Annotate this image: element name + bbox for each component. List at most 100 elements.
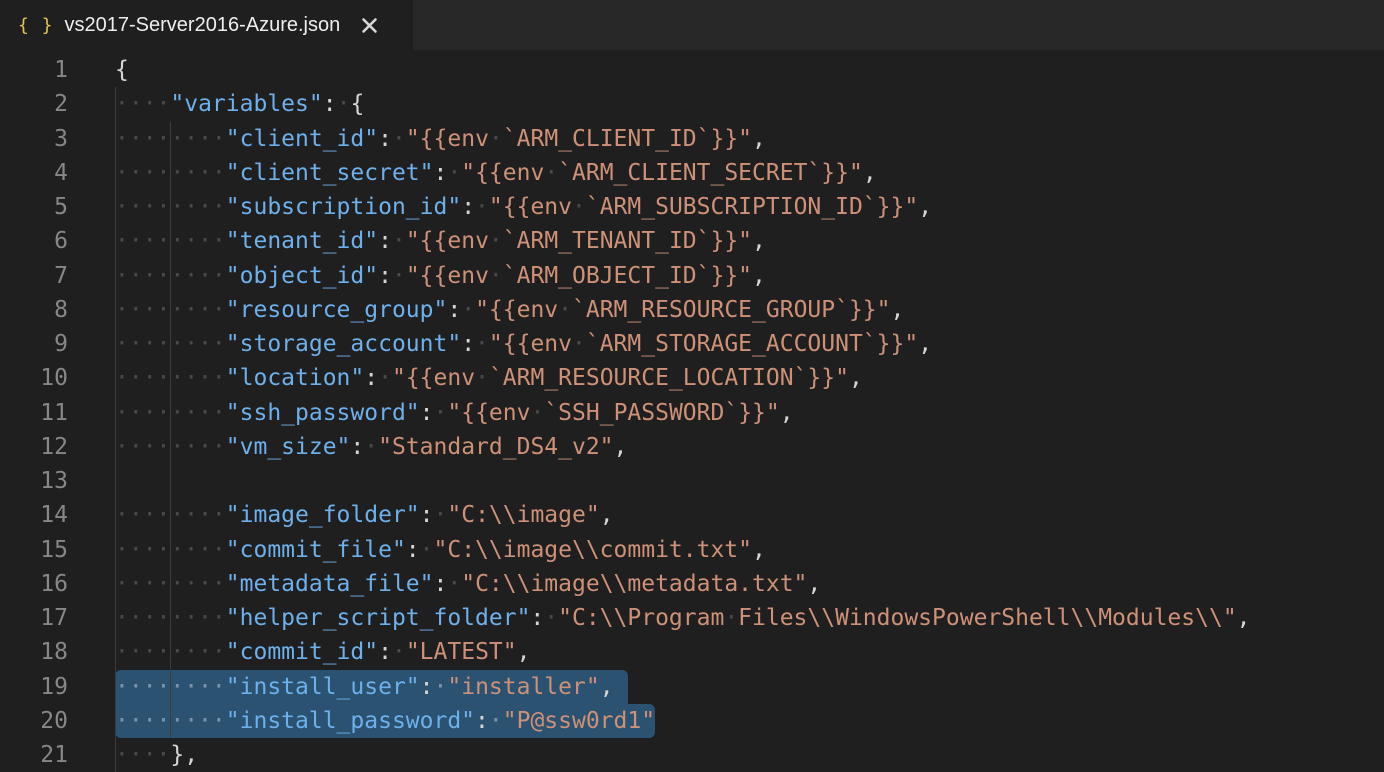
json-punctuation: { (350, 91, 364, 117)
json-key: "commit_file" (226, 537, 406, 563)
json-string: "C:\\image\\commit.txt" (434, 537, 753, 563)
line-number[interactable]: 9 (0, 327, 68, 361)
code-line: 10 ········"location":·"{{env·`ARM_RESOUR… (0, 361, 1384, 395)
line-number[interactable]: 12 (0, 430, 68, 464)
json-string: `ARM_RESOURCE_LOCATION`}}" (489, 365, 849, 391)
line-number[interactable]: 21 (0, 738, 68, 772)
code-text[interactable]: ········"metadata_file":·"C:\\image\\met… (115, 567, 821, 601)
close-tab-button[interactable] (358, 14, 380, 36)
code-line: 20 ········"install_password":·"P@ssw0rd1… (0, 704, 1384, 738)
whitespace-dots: · (337, 91, 351, 117)
code-text[interactable]: { (115, 53, 129, 87)
code-line: 19 ········"install_user":·"installer", (0, 670, 1384, 704)
line-number[interactable]: 14 (0, 498, 68, 532)
code-text[interactable]: ········"vm_size":·"Standard_DS4_v2", (115, 430, 627, 464)
whitespace-dots: · (447, 571, 461, 597)
line-number[interactable]: 4 (0, 156, 68, 190)
whitespace-dots: · (392, 263, 406, 289)
json-punctuation: { (115, 57, 129, 83)
code-text[interactable]: ········"image_folder":·"C:\\image", (115, 498, 614, 532)
json-string: "{{env (447, 400, 530, 426)
json-key: "object_id" (226, 263, 378, 289)
line-number[interactable]: 13 (0, 464, 68, 498)
code-text[interactable]: ········"install_user":·"installer", (115, 670, 628, 704)
close-icon (361, 17, 378, 34)
code-text[interactable]: ········"location":·"{{env·`ARM_RESOURCE… (115, 361, 863, 395)
tab-vs2017-server2016-azure-json[interactable]: { } vs2017-Server2016-Azure.json (0, 0, 413, 50)
line-number[interactable]: 18 (0, 635, 68, 669)
json-string: "C:\\image" (447, 502, 599, 528)
json-punctuation: , (849, 365, 863, 391)
tab-bar: { } vs2017-Server2016-Azure.json (0, 0, 1384, 50)
json-key: "metadata_file" (226, 571, 434, 597)
line-number[interactable]: 10 (0, 361, 68, 395)
line-number[interactable]: 8 (0, 293, 68, 327)
json-key: "tenant_id" (226, 228, 378, 254)
json-string: "{{env (392, 365, 475, 391)
line-number[interactable]: 20 (0, 704, 68, 738)
line-number[interactable]: 3 (0, 122, 68, 156)
json-key: "commit_id" (226, 639, 378, 665)
code-text[interactable]: ········"client_id":·"{{env·`ARM_CLIENT_… (115, 122, 766, 156)
code-line: 16········"metadata_file":·"C:\\image\\m… (0, 567, 1384, 601)
code-text[interactable]: ········"commit_id":·"LATEST", (115, 635, 530, 669)
json-string: "P@ssw0rd1" (503, 708, 655, 734)
json-punctuation: , (891, 297, 905, 323)
selection-newline-extension (614, 693, 628, 694)
json-punctuation: : (420, 674, 434, 700)
code-line: 7········"object_id":·"{{env·`ARM_OBJECT… (0, 259, 1384, 293)
line-number[interactable]: 15 (0, 533, 68, 567)
json-string: `ARM_STORAGE_ACCOUNT`}}" (586, 331, 918, 357)
json-string: "Standard_DS4_v2" (378, 434, 613, 460)
whitespace-dots: ···· (115, 91, 170, 117)
code-line: 15 ········"commit_file":·"C:\\image\\com… (0, 533, 1384, 567)
code-text[interactable]: ········"install_password":·"P@ssw0rd1" (115, 704, 655, 738)
line-number[interactable]: 19 (0, 670, 68, 704)
line-number[interactable]: 17 (0, 601, 68, 635)
line-number[interactable]: 6 (0, 224, 68, 258)
code-text[interactable]: ········"commit_file":·"C:\\image\\commi… (115, 533, 766, 567)
json-punctuation: : (364, 365, 378, 391)
line-number[interactable]: 7 (0, 259, 68, 293)
line-number[interactable]: 16 (0, 567, 68, 601)
code-line: 18 ········"commit_id":·"LATEST", (0, 635, 1384, 669)
code-text[interactable]: ········"tenant_id":·"{{env·`ARM_TENANT_… (115, 224, 766, 258)
json-punctuation: , (600, 502, 614, 528)
code-text[interactable]: ········"resource_group":·"{{env·`ARM_RE… (115, 293, 904, 327)
whitespace-dots: · (434, 502, 448, 528)
code-text[interactable]: ····}, (115, 738, 198, 772)
whitespace-dots: · (475, 194, 489, 220)
editor[interactable]: 1{2····"variables":·{3········"client_id… (0, 50, 1384, 772)
code-text[interactable]: ····"variables":·{ (115, 87, 364, 121)
code-text[interactable]: ········"storage_account":·"{{env·`ARM_S… (115, 327, 932, 361)
json-key: "client_id" (226, 126, 378, 152)
json-punctuation: : (350, 434, 364, 460)
line-number[interactable]: 2 (0, 87, 68, 121)
json-punctuation: , (752, 126, 766, 152)
code-text[interactable]: ········"subscription_id":·"{{env·`ARM_S… (115, 190, 932, 224)
json-punctuation: : (378, 228, 392, 254)
json-string: "{{env (475, 297, 558, 323)
json-key: "install_user" (226, 674, 420, 700)
json-key: "subscription_id" (226, 194, 461, 220)
code-line: 14 ········"image_folder":·"C:\\image", (0, 498, 1384, 532)
selection-highlight: ········"install_user":·"installer", (115, 670, 628, 704)
code-text[interactable]: ········"object_id":·"{{env·`ARM_OBJECT_… (115, 259, 766, 293)
json-punctuation: , (1237, 605, 1251, 631)
code-text[interactable]: ········"client_secret":·"{{env·`ARM_CLI… (115, 156, 877, 190)
line-number[interactable]: 1 (0, 53, 68, 87)
code-lines: 1{2····"variables":·{3········"client_id… (0, 53, 1384, 772)
line-number[interactable]: 5 (0, 190, 68, 224)
json-punctuation: : (378, 126, 392, 152)
json-string: `ARM_CLIENT_ID`}}" (503, 126, 752, 152)
whitespace-dots: · (558, 297, 572, 323)
json-string: `SSH_PASSWORD`}}" (544, 400, 779, 426)
whitespace-dots: ···· (115, 742, 170, 768)
json-punctuation: : (420, 400, 434, 426)
code-line: 11 ········"ssh_password":·"{{env·`SSH_PA… (0, 396, 1384, 430)
line-number[interactable]: 11 (0, 396, 68, 430)
code-text[interactable]: ········"helper_script_folder":·"C:\\Pro… (115, 601, 1251, 635)
json-punctuation: : (475, 708, 489, 734)
code-text[interactable]: ········"ssh_password":·"{{env·`SSH_PASS… (115, 396, 794, 430)
code-line: 21 ····}, (0, 738, 1384, 772)
